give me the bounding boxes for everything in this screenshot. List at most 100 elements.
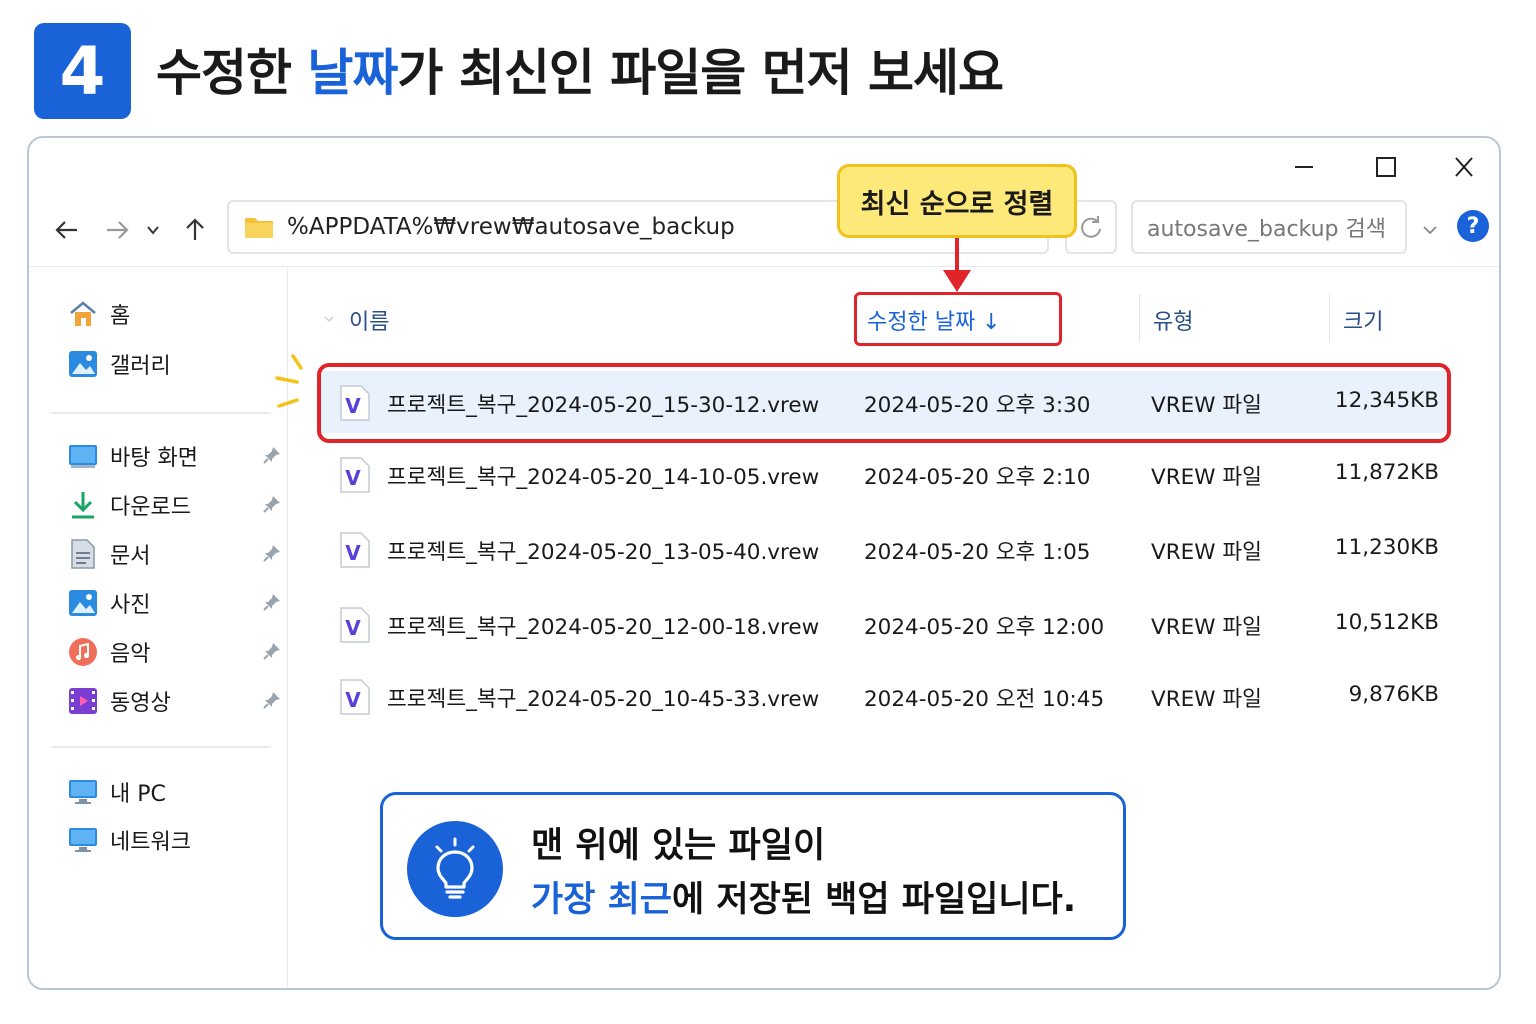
gallery-icon [67, 348, 99, 380]
sidebar-item-videos[interactable]: 동영상 [67, 683, 281, 719]
column-header-date-modified[interactable]: 수정한 날짜 ↓ [867, 304, 1001, 336]
file-type: VREW 파일 [1151, 465, 1262, 490]
minimize-button[interactable] [1279, 152, 1329, 182]
tip-line2-rest: 에 저장된 백업 파일입니다. [672, 880, 1077, 920]
sidebar-item-label: 사진 [110, 593, 151, 618]
title-part2: 가 최신인 파일을 먼저 보세요 [397, 44, 1004, 102]
sidebar-item-downloads[interactable]: 다운로드 [67, 487, 281, 523]
pin-icon [263, 447, 280, 464]
up-button[interactable] [177, 212, 213, 248]
svg-text:V: V [345, 541, 361, 565]
sparkle-icon [275, 354, 303, 408]
column-divider[interactable] [1139, 294, 1140, 342]
pin-icon [263, 643, 280, 660]
file-size: 9,876KB [1348, 682, 1439, 707]
svg-text:V: V [345, 688, 361, 712]
vrew-file-icon: V [340, 679, 370, 715]
back-button[interactable] [49, 212, 85, 248]
file-name: 프로젝트_복구_2024-05-20_13-05-40.vrew [387, 540, 820, 565]
svg-text:V: V [345, 616, 361, 640]
sidebar-item-label: 갤러리 [110, 354, 171, 379]
tip-highlight: 가장 최근 [531, 880, 672, 920]
search-input[interactable]: autosave_backup 검색 [1131, 200, 1407, 254]
sidebar-divider [51, 412, 271, 414]
maximize-icon [1376, 157, 1396, 177]
file-size: 11,872KB [1334, 460, 1439, 485]
file-size: 10,512KB [1334, 610, 1439, 635]
arrow-right-icon [107, 221, 129, 239]
refresh-icon [1081, 216, 1101, 238]
network-icon [67, 824, 99, 856]
sidebar-item-label: 홈 [110, 304, 131, 329]
file-row[interactable]: V 프로젝트_복구_2024-05-20_14-10-05.vrew 2024-… [319, 443, 1449, 505]
sidebar-item-label: 음악 [110, 642, 151, 667]
sort-callout: 최신 순으로 정렬 [837, 164, 1077, 238]
help-button[interactable]: ? [1457, 210, 1489, 242]
file-size: 11,230KB [1334, 535, 1439, 560]
arrow-left-icon [55, 221, 77, 239]
sidebar-item-label: 네트워크 [110, 830, 191, 855]
sidebar-item-label: 바탕 화면 [110, 446, 198, 471]
vrew-file-icon: V [340, 457, 370, 493]
collapse-chevron-icon [324, 316, 334, 323]
column-divider[interactable] [1329, 294, 1330, 342]
folder-icon [245, 218, 273, 238]
sidebar-item-this-pc[interactable]: 내 PC [67, 774, 281, 810]
sidebar-item-label: 다운로드 [110, 495, 191, 520]
pin-icon [263, 594, 280, 611]
page-title: 수정한 날짜가 최신인 파일을 먼저 보세요 [156, 38, 1004, 108]
sidebar-item-gallery[interactable]: 갤러리 [67, 346, 281, 382]
chevron-down-icon [147, 226, 159, 235]
desktop-icon [67, 440, 99, 472]
file-type: VREW 파일 [1151, 615, 1262, 640]
arrow-up-icon [186, 218, 204, 240]
file-row[interactable]: V 프로젝트_복구_2024-05-20_12-00-18.vrew 2024-… [319, 593, 1449, 655]
close-icon [1455, 157, 1473, 177]
sidebar-item-network[interactable]: 네트워크 [67, 822, 281, 858]
sidebar-item-pictures[interactable]: 사진 [67, 585, 281, 621]
videos-icon [67, 685, 99, 717]
documents-icon [67, 538, 99, 570]
title-highlight: 날짜 [307, 44, 398, 102]
file-date-modified: 2024-05-20 오후 1:05 [864, 540, 1091, 565]
file-row[interactable]: V 프로젝트_복구_2024-05-20_10-45-33.vrew 2024-… [319, 665, 1449, 727]
column-header-type[interactable]: 유형 [1153, 304, 1193, 336]
file-explorer-window: %APPDATA%₩vrew₩autosave_backup autosave_… [27, 136, 1501, 990]
column-header-size[interactable]: 크기 [1343, 304, 1383, 336]
close-button[interactable] [1439, 152, 1489, 182]
toolbar-divider [29, 266, 1499, 267]
minimize-icon [1295, 166, 1313, 168]
pin-icon [263, 545, 280, 562]
file-date-modified: 2024-05-20 오전 10:45 [864, 687, 1105, 712]
navigation-pane: 홈 갤러리 바탕 화면 다운로드 문서 사진 음악 동영상 내 PC 네트워크 [29, 268, 288, 988]
sidebar-item-desktop[interactable]: 바탕 화면 [67, 438, 281, 474]
latest-file-highlight-box [317, 363, 1451, 443]
sidebar-divider [51, 746, 271, 748]
file-name: 프로젝트_복구_2024-05-20_14-10-05.vrew [387, 465, 820, 490]
pc-icon [67, 776, 99, 808]
pin-icon [263, 692, 280, 709]
file-type: VREW 파일 [1151, 540, 1262, 565]
svg-text:V: V [345, 466, 361, 490]
column-header-name[interactable]: 이름 [349, 304, 389, 336]
sidebar-item-home[interactable]: 홈 [67, 296, 281, 332]
tip-line2: 가장 최근에 저장된 백업 파일입니다. [531, 871, 1076, 922]
recent-locations-button[interactable] [139, 212, 167, 248]
download-icon [67, 489, 99, 521]
music-icon [67, 636, 99, 668]
vrew-file-icon: V [340, 607, 370, 643]
sidebar-item-label: 내 PC [110, 782, 166, 807]
tip-box: 맨 위에 있는 파일이 가장 최근에 저장된 백업 파일입니다. [380, 792, 1126, 940]
vrew-file-icon: V [340, 532, 370, 568]
sidebar-item-documents[interactable]: 문서 [67, 536, 281, 572]
pictures-icon [67, 587, 99, 619]
file-row[interactable]: V 프로젝트_복구_2024-05-20_13-05-40.vrew 2024-… [319, 518, 1449, 580]
address-path: %APPDATA%₩vrew₩autosave_backup [287, 214, 735, 240]
lightbulb-icon [407, 821, 503, 917]
sidebar-item-music[interactable]: 음악 [67, 634, 281, 670]
file-name: 프로젝트_복구_2024-05-20_12-00-18.vrew [387, 615, 820, 640]
search-options-button[interactable] [1415, 212, 1445, 248]
sidebar-item-label: 문서 [110, 544, 151, 569]
maximize-button[interactable] [1361, 152, 1411, 182]
forward-button[interactable] [99, 212, 135, 248]
